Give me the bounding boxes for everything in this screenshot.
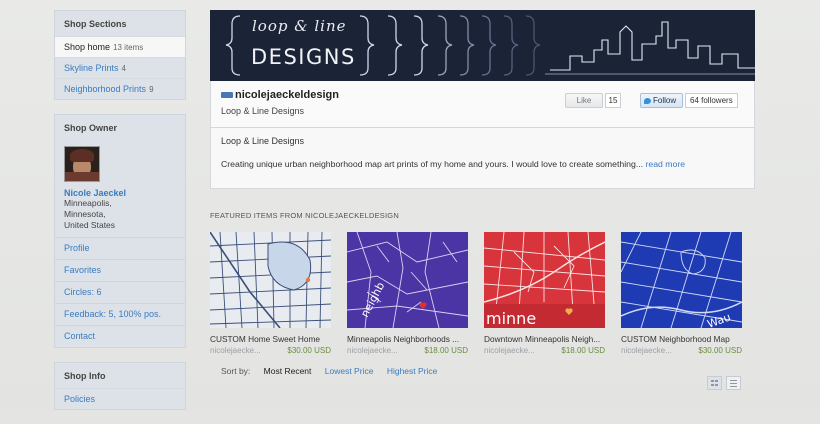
section-item-skyline-prints[interactable]: Skyline Prints 4: [55, 57, 185, 78]
sidebar: Shop Sections Shop home 13 items Skyline …: [54, 10, 186, 424]
featured-item[interactable]: minne Downtown Minneapolis Neigh... nico…: [484, 232, 605, 355]
like-button[interactable]: Like: [565, 93, 603, 108]
owner-info: Nicole Jaeckel Minneapolis, Minnesota, U…: [55, 140, 185, 237]
section-label[interactable]: Neighborhood Prints: [64, 84, 146, 94]
follow-label: Follow: [653, 96, 677, 105]
item-thumbnail[interactable]: neighb: [347, 232, 468, 328]
shop-header: nicolejaeckeldesign Loop & Line Designs …: [210, 81, 755, 128]
brand-script-text: loop & line: [252, 17, 347, 35]
owner-link-contact[interactable]: Contact: [55, 325, 185, 347]
map-label: minne: [486, 309, 536, 328]
contact-link[interactable]: Contact: [64, 331, 95, 341]
sort-lowest-price[interactable]: Lowest Price: [325, 366, 374, 376]
shop-about: Loop & Line Designs Creating unique urba…: [210, 128, 755, 189]
shop-sections-title: Shop Sections: [64, 19, 127, 29]
section-count: 4: [121, 64, 126, 73]
item-thumbnail[interactable]: minne: [484, 232, 605, 328]
item-shop[interactable]: nicolejaecke...: [347, 346, 398, 355]
item-title[interactable]: CUSTOM Home Sweet Home: [210, 334, 331, 344]
view-toggles: [707, 376, 741, 390]
neighborhood-map-image: neighb: [347, 232, 468, 328]
custom-map-image: Wau: [621, 232, 742, 328]
item-meta: nicolejaecke... $18.00 USD: [484, 346, 605, 355]
owner-link-feedback[interactable]: Feedback: 5, 100% pos.: [55, 303, 185, 325]
owner-location-state: Minnesota,: [64, 209, 106, 219]
shop-sections-box: Shop Sections Shop home 13 items Skyline …: [54, 10, 186, 100]
featured-items: CUSTOM Home Sweet Home nicolejaecke... $…: [210, 232, 755, 355]
home-marker: [305, 277, 311, 283]
shop-banner: loop & line DESIGNS: [210, 10, 755, 81]
item-shop[interactable]: nicolejaecke...: [621, 346, 672, 355]
about-description: Creating unique urban neighborhood map a…: [221, 159, 644, 169]
list-view-icon[interactable]: [726, 376, 741, 390]
section-label: Shop home: [64, 42, 111, 52]
sort-most-recent[interactable]: Most Recent: [264, 366, 312, 376]
featured-item[interactable]: Wau CUSTOM Neighborhood Map nicolejaecke…: [621, 232, 742, 355]
section-count: 13 items: [113, 43, 144, 52]
owner-link-favorites[interactable]: Favorites: [55, 259, 185, 281]
twitter-bird-icon: [644, 97, 651, 104]
item-price: $18.00 USD: [561, 346, 605, 355]
page: Shop Sections Shop home 13 items Skyline …: [0, 0, 820, 410]
section-item-neighborhood-prints[interactable]: Neighborhood Prints 9: [55, 78, 185, 99]
item-title[interactable]: Minneapolis Neighborhoods ...: [347, 334, 468, 344]
sort-highest-price[interactable]: Highest Price: [387, 366, 438, 376]
favorites-link[interactable]: Favorites: [64, 265, 101, 275]
item-thumbnail[interactable]: [210, 232, 331, 328]
main-content: loop & line DESIGNS nicolejaeckeldesign …: [210, 10, 755, 355]
shop-info-title: Shop Info: [64, 371, 106, 381]
info-link-policies[interactable]: Policies: [55, 388, 185, 409]
like-count: 15: [605, 93, 621, 108]
street-map-image: [210, 232, 331, 328]
circles-link[interactable]: Circles: 6: [64, 287, 102, 297]
shop-info-box: Shop Info Policies: [54, 362, 186, 410]
owner-links: Profile Favorites Circles: 6 Feedback: 5…: [55, 237, 185, 347]
sort-label: Sort by:: [221, 366, 251, 376]
item-shop[interactable]: nicolejaecke...: [210, 346, 261, 355]
item-thumbnail[interactable]: Wau: [621, 232, 742, 328]
item-price: $30.00 USD: [287, 346, 331, 355]
feedback-link[interactable]: Feedback: 5, 100% pos.: [64, 309, 161, 319]
featured-title: FEATURED ITEMS FROM NICOLEJAECKELDESIGN: [210, 211, 399, 220]
brand-wordmark: DESIGNS: [251, 45, 356, 69]
owner-name-link[interactable]: Nicole Jaeckel: [64, 188, 176, 198]
item-meta: nicolejaecke... $30.00 USD: [210, 346, 331, 355]
section-item-shop-home[interactable]: Shop home 13 items: [55, 36, 185, 57]
section-label[interactable]: Skyline Prints: [64, 63, 119, 73]
profile-link[interactable]: Profile: [64, 243, 90, 253]
section-count: 9: [149, 85, 154, 94]
about-text: Creating unique urban neighborhood map a…: [221, 158, 744, 170]
shop-logo-icon: [221, 92, 233, 98]
grid-view-icon[interactable]: [707, 376, 722, 390]
downtown-map-image: minne: [484, 232, 605, 328]
like-label: Like: [576, 96, 592, 105]
owner-location-country: United States: [64, 220, 116, 230]
featured-item[interactable]: CUSTOM Home Sweet Home nicolejaecke... $…: [210, 232, 331, 355]
item-price: $18.00 USD: [424, 346, 468, 355]
followers-count: 64 followers: [685, 93, 738, 108]
read-more-link[interactable]: read more: [646, 159, 686, 169]
item-price: $30.00 USD: [698, 346, 742, 355]
shop-owner-box: Shop Owner Nicole Jaeckel Minneapolis, M…: [54, 114, 186, 348]
item-meta: nicolejaecke... $18.00 USD: [347, 346, 468, 355]
avatar[interactable]: [64, 146, 100, 182]
item-title[interactable]: CUSTOM Neighborhood Map: [621, 334, 742, 344]
item-shop[interactable]: nicolejaecke...: [484, 346, 535, 355]
item-title[interactable]: Downtown Minneapolis Neigh...: [484, 334, 605, 344]
shop-owner-title: Shop Owner: [64, 123, 118, 133]
item-meta: nicolejaecke... $30.00 USD: [621, 346, 742, 355]
owner-location-city: Minneapolis,: [64, 198, 112, 208]
owner-link-circles[interactable]: Circles: 6: [55, 281, 185, 303]
sort-bar: Sort by: Most Recent Lowest Price Highes…: [221, 366, 448, 376]
follow-button[interactable]: Follow: [640, 93, 683, 108]
featured-item[interactable]: neighb Minneapolis Neighborhoods ... nic…: [347, 232, 468, 355]
about-title: Loop & Line Designs: [221, 136, 305, 146]
owner-link-profile[interactable]: Profile: [55, 237, 185, 259]
policies-link[interactable]: Policies: [64, 394, 95, 404]
